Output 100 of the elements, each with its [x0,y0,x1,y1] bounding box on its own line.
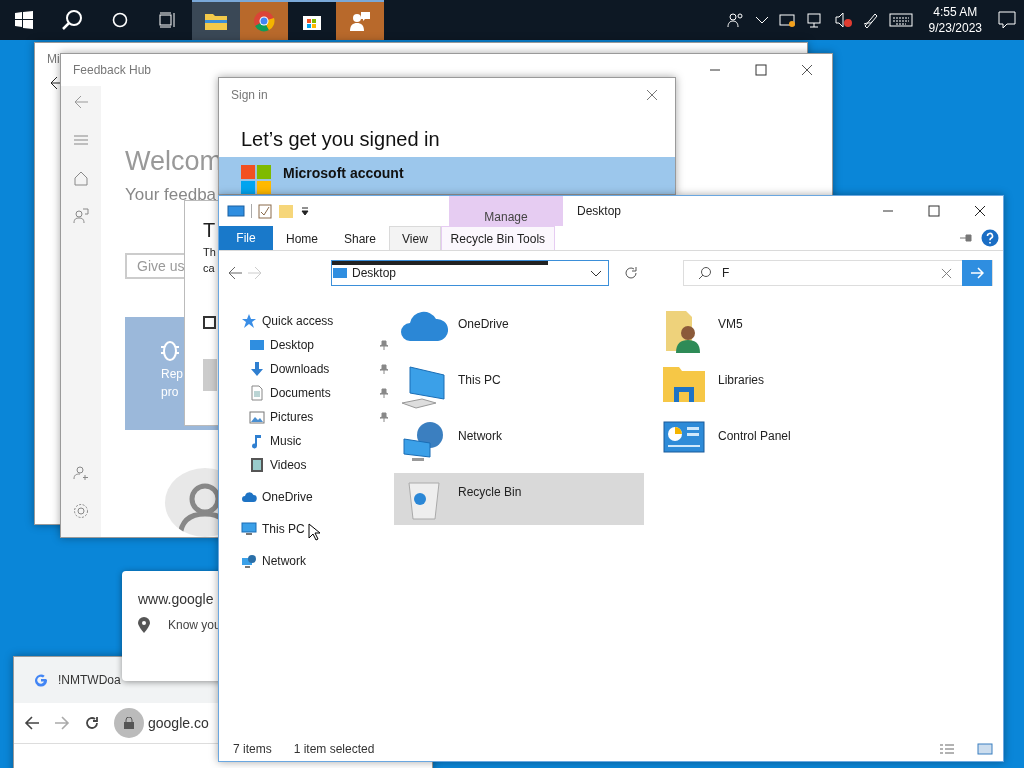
maximize-icon [928,205,940,217]
checkbox[interactable] [203,316,216,329]
back-arrow-icon [227,265,243,281]
windows-logo-icon [15,11,33,29]
explorer-item[interactable]: Network [394,417,644,469]
nav-item[interactable]: Quick access [241,309,389,333]
account-option[interactable]: Microsoft account [219,157,675,194]
ribbon-tab[interactable]: File [219,226,273,250]
address-bar[interactable]: google.co [114,708,209,738]
maximize-icon [755,64,767,76]
search-icon [698,266,712,280]
explorer-item[interactable]: Libraries [654,361,904,413]
checklist-icon [258,203,272,219]
feedback-icon [73,208,89,224]
address-bar[interactable]: Desktop [331,260,609,286]
control-panel-icon [663,421,705,453]
task-view-icon [159,12,177,28]
menu-icon [73,132,89,148]
computer-icon [241,521,257,537]
forward-arrow-icon [54,715,70,731]
selection-count: 1 item selected [293,742,375,756]
location-pin-icon [138,617,150,633]
details-view-icon [939,743,955,755]
browser-icon [253,10,275,32]
pen-icon [862,12,879,28]
cloud-icon [400,309,448,343]
library-folder-icon [662,365,706,403]
star-icon [241,313,257,329]
circle-icon [112,12,128,28]
keyboard-icon [888,13,913,27]
download-icon [249,361,265,377]
nav-item[interactable]: Network [241,549,389,573]
clear-icon [941,267,952,279]
ribbon-tab[interactable]: View [389,226,441,250]
network-icon [241,553,257,569]
item-count: 7 items [233,742,272,756]
cloud-icon [241,489,257,505]
people-icon [726,12,745,28]
folder-icon [278,203,294,219]
film-icon [249,457,265,473]
subtitle: Your feedba [125,185,217,205]
ribbon-tab[interactable]: Share [331,226,390,250]
feedback-icon [349,10,371,32]
explorer-item[interactable]: Control Panel [654,417,904,469]
close-icon [801,64,813,76]
large-icons-view-icon [977,743,993,755]
forward-arrow-icon [247,265,263,281]
network-icon [402,421,446,463]
explorer-item[interactable]: VM5 [654,305,904,357]
home-icon [73,170,89,186]
explorer-item[interactable]: OneDrive [394,305,644,357]
four-squares-logo-icon [241,165,271,194]
window-title: Desktop [576,203,623,220]
window-title: Sign in [231,88,268,102]
desktop-icon [249,337,265,353]
explorer-item[interactable]: Recycle Bin [394,473,644,525]
nav-item[interactable]: Videos [241,453,389,477]
window-title: Mi [47,52,60,66]
pin-icon [379,412,389,422]
chevron-up-icon [754,15,769,25]
monitor-icon [332,266,348,280]
dialog-text: ca [203,262,215,274]
nav-item[interactable]: OneDrive [241,485,389,509]
context-tab-header: Manage [449,196,563,226]
notification-icon [998,11,1016,29]
picture-icon [249,409,265,425]
ribbon-tab[interactable]: Recycle Bin Tools [440,226,555,250]
computer-icon [400,365,448,409]
reload-icon [84,715,100,731]
add-user-icon [73,465,89,481]
mouse-pointer-icon [308,523,320,541]
sign-in-heading: Let’s get you signed in [240,127,441,152]
dialog-text: Th [203,246,216,258]
pin-icon [379,388,389,398]
taskbar-app[interactable] [192,0,240,40]
pin-icon [379,340,389,350]
nav-item[interactable]: Documents [241,381,389,405]
close-icon [974,205,986,217]
pin-icon [379,364,389,374]
window-title: Feedback Hub [73,63,152,77]
nav-item[interactable]: This PC [241,517,389,541]
folder-icon [204,11,228,31]
settings-icon [73,503,89,519]
dropdown-caret-icon [300,206,310,216]
nav-item[interactable]: Music [241,429,389,453]
explorer-item[interactable]: This PC [394,361,644,413]
search-field[interactable]: F [683,260,993,286]
nav-item[interactable]: Desktop [241,333,389,357]
close-icon [646,89,658,101]
site-name: www.google [138,591,215,607]
back-arrow-icon [73,94,89,110]
nav-item[interactable]: Pictures [241,405,389,429]
clock[interactable]: 4:55 AM 9/23/2023 [922,4,988,36]
back-arrow-icon [24,715,40,731]
nav-item[interactable]: Downloads [241,357,389,381]
go-button[interactable] [962,260,992,286]
muted-speaker-icon [834,12,853,28]
refresh-icon [623,265,639,281]
monitor-icon [227,204,245,218]
ribbon-tab[interactable]: Home [273,226,331,250]
